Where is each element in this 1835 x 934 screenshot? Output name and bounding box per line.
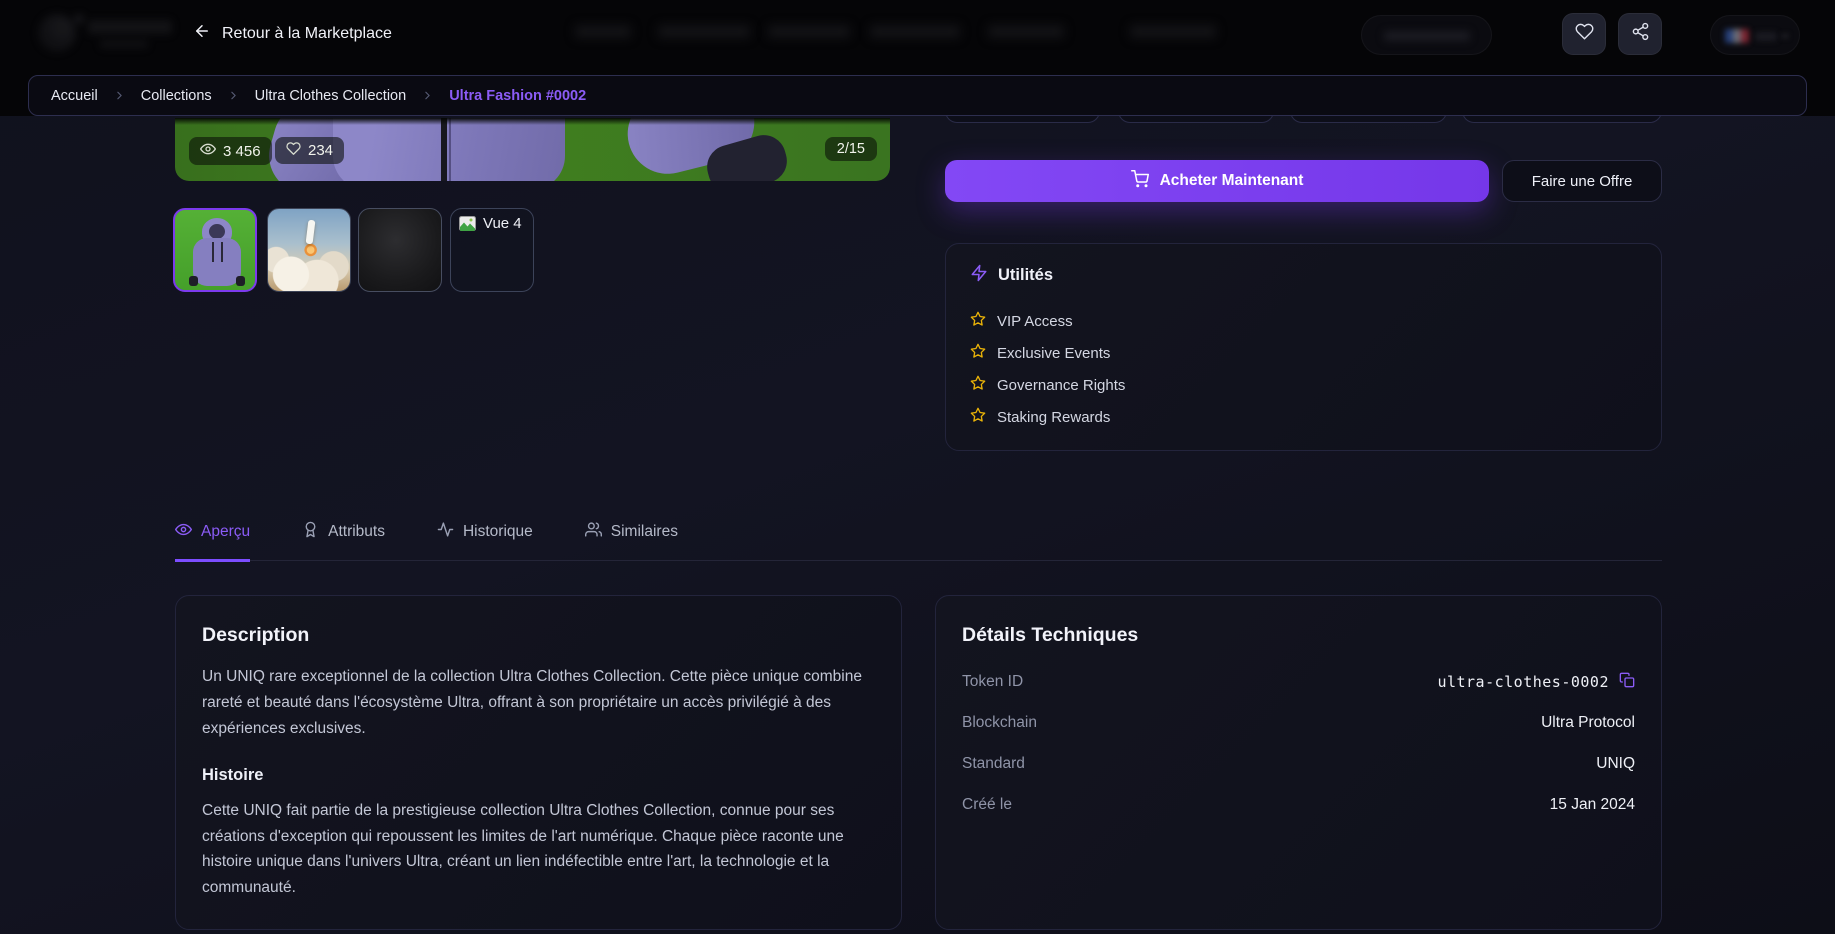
make-offer-label: Faire une Offre xyxy=(1532,173,1633,190)
wallet-pill-blurred[interactable] xyxy=(1361,15,1492,55)
ultra-logo[interactable] xyxy=(30,8,180,56)
detail-row-token-id: Token ID ultra-clothes-0002 xyxy=(962,661,1635,702)
header: Retour à la Marketplace xyxy=(0,0,1835,64)
arrow-left-icon xyxy=(193,22,211,45)
chevron-down-icon xyxy=(1781,33,1789,39)
tab-attributes[interactable]: Attributs xyxy=(302,519,385,560)
copy-icon xyxy=(1619,672,1635,691)
lightning-icon xyxy=(970,264,988,287)
thumbnail-1-selected[interactable] xyxy=(173,208,257,292)
views-count: 3 456 xyxy=(223,143,261,160)
nav-item-blurred[interactable] xyxy=(575,25,631,38)
eye-icon xyxy=(200,141,216,161)
star-icon xyxy=(970,407,986,427)
breadcrumb-collection-name[interactable]: Ultra Clothes Collection xyxy=(255,88,407,104)
utility-item: Staking Rewards xyxy=(970,401,1637,433)
flag-icon xyxy=(1725,29,1749,43)
chevron-right-icon xyxy=(227,89,240,102)
breadcrumb: Accueil Collections Ultra Clothes Collec… xyxy=(28,75,1807,116)
utilities-panel: Utilités VIP Access Exclusive Events Gov… xyxy=(945,243,1662,451)
nft-detail-page: Retour à la Marketplace Accueil Collecti… xyxy=(0,0,1835,934)
description-title: Description xyxy=(202,624,875,647)
activity-icon xyxy=(437,521,454,543)
language-selector-blurred[interactable] xyxy=(1710,15,1800,55)
back-link-label: Retour à la Marketplace xyxy=(222,25,392,43)
token-id-value: ultra-clothes-0002 xyxy=(1437,673,1609,691)
buy-now-button[interactable]: Acheter Maintenant xyxy=(945,160,1489,202)
eye-icon xyxy=(175,521,192,543)
cart-icon xyxy=(1131,170,1149,193)
history-title: Histoire xyxy=(202,766,875,785)
details-title: Détails Techniques xyxy=(962,624,1635,647)
image-counter: 2/15 xyxy=(837,141,865,157)
utilities-title: Utilités xyxy=(998,266,1053,285)
star-icon xyxy=(970,311,986,331)
likes-count: 234 xyxy=(308,142,333,159)
chevron-right-icon xyxy=(113,89,126,102)
heart-icon xyxy=(286,141,301,160)
star-icon xyxy=(970,343,986,363)
breadcrumb-collections[interactable]: Collections xyxy=(141,88,212,104)
nav-item-blurred[interactable] xyxy=(1130,25,1216,38)
make-offer-button[interactable]: Faire une Offre xyxy=(1502,160,1662,202)
detail-row-standard: Standard UNIQ xyxy=(962,743,1635,784)
share-button[interactable] xyxy=(1618,13,1662,55)
share-icon xyxy=(1631,22,1650,46)
detail-row-created: Créé le 15 Jan 2024 xyxy=(962,784,1635,825)
utility-item: VIP Access xyxy=(970,305,1637,337)
nav-item-blurred[interactable] xyxy=(988,25,1064,38)
technical-details-panel: Détails Techniques Token ID ultra-clothe… xyxy=(935,595,1662,930)
tab-history[interactable]: Historique xyxy=(437,519,533,560)
views-badge: 3 456 xyxy=(189,137,272,165)
history-text: Cette UNIQ fait partie de la prestigieus… xyxy=(202,798,874,902)
tab-similar[interactable]: Similaires xyxy=(585,519,678,560)
breadcrumb-home[interactable]: Accueil xyxy=(51,88,98,104)
award-icon xyxy=(302,521,319,543)
heart-icon xyxy=(1575,22,1594,46)
thumbnail-3[interactable] xyxy=(358,208,442,292)
thumbnail-2[interactable] xyxy=(267,208,351,292)
likes-badge: 234 xyxy=(275,137,344,164)
users-icon xyxy=(585,521,602,543)
star-icon xyxy=(970,375,986,395)
nav-item-blurred[interactable] xyxy=(768,25,850,38)
broken-image-icon xyxy=(459,216,476,236)
tab-bar: Aperçu Attributs Historique Similaires xyxy=(175,519,1662,561)
hoodie-zipper xyxy=(441,118,447,181)
utility-item: Governance Rights xyxy=(970,369,1637,401)
tab-overview[interactable]: Aperçu xyxy=(175,519,250,562)
description-text: Un UNIQ rare exceptionnel de la collecti… xyxy=(202,664,862,742)
nft-main-image[interactable]: 3 456 234 2/15 xyxy=(175,118,890,181)
utilities-list: VIP Access Exclusive Events Governance R… xyxy=(970,305,1637,433)
thumbnail-4-broken[interactable]: Vue 4 xyxy=(450,208,534,292)
utility-item: Exclusive Events xyxy=(970,337,1637,369)
buy-now-label: Acheter Maintenant xyxy=(1160,172,1304,190)
details-rows: Token ID ultra-clothes-0002 Blockchain U… xyxy=(962,661,1635,825)
nav-item-blurred[interactable] xyxy=(658,25,750,38)
back-to-marketplace-link[interactable]: Retour à la Marketplace xyxy=(193,22,392,45)
thumbnail-4-label: Vue 4 xyxy=(483,216,522,232)
detail-row-blockchain: Blockchain Ultra Protocol xyxy=(962,702,1635,743)
copy-token-id-button[interactable] xyxy=(1619,672,1635,691)
image-counter-badge: 2/15 xyxy=(825,137,877,161)
breadcrumb-current: Ultra Fashion #0002 xyxy=(449,88,586,104)
nav-item-blurred[interactable] xyxy=(870,25,960,38)
description-panel: Description Un UNIQ rare exceptionnel de… xyxy=(175,595,902,930)
chevron-right-icon xyxy=(421,89,434,102)
favorite-button[interactable] xyxy=(1562,13,1606,55)
